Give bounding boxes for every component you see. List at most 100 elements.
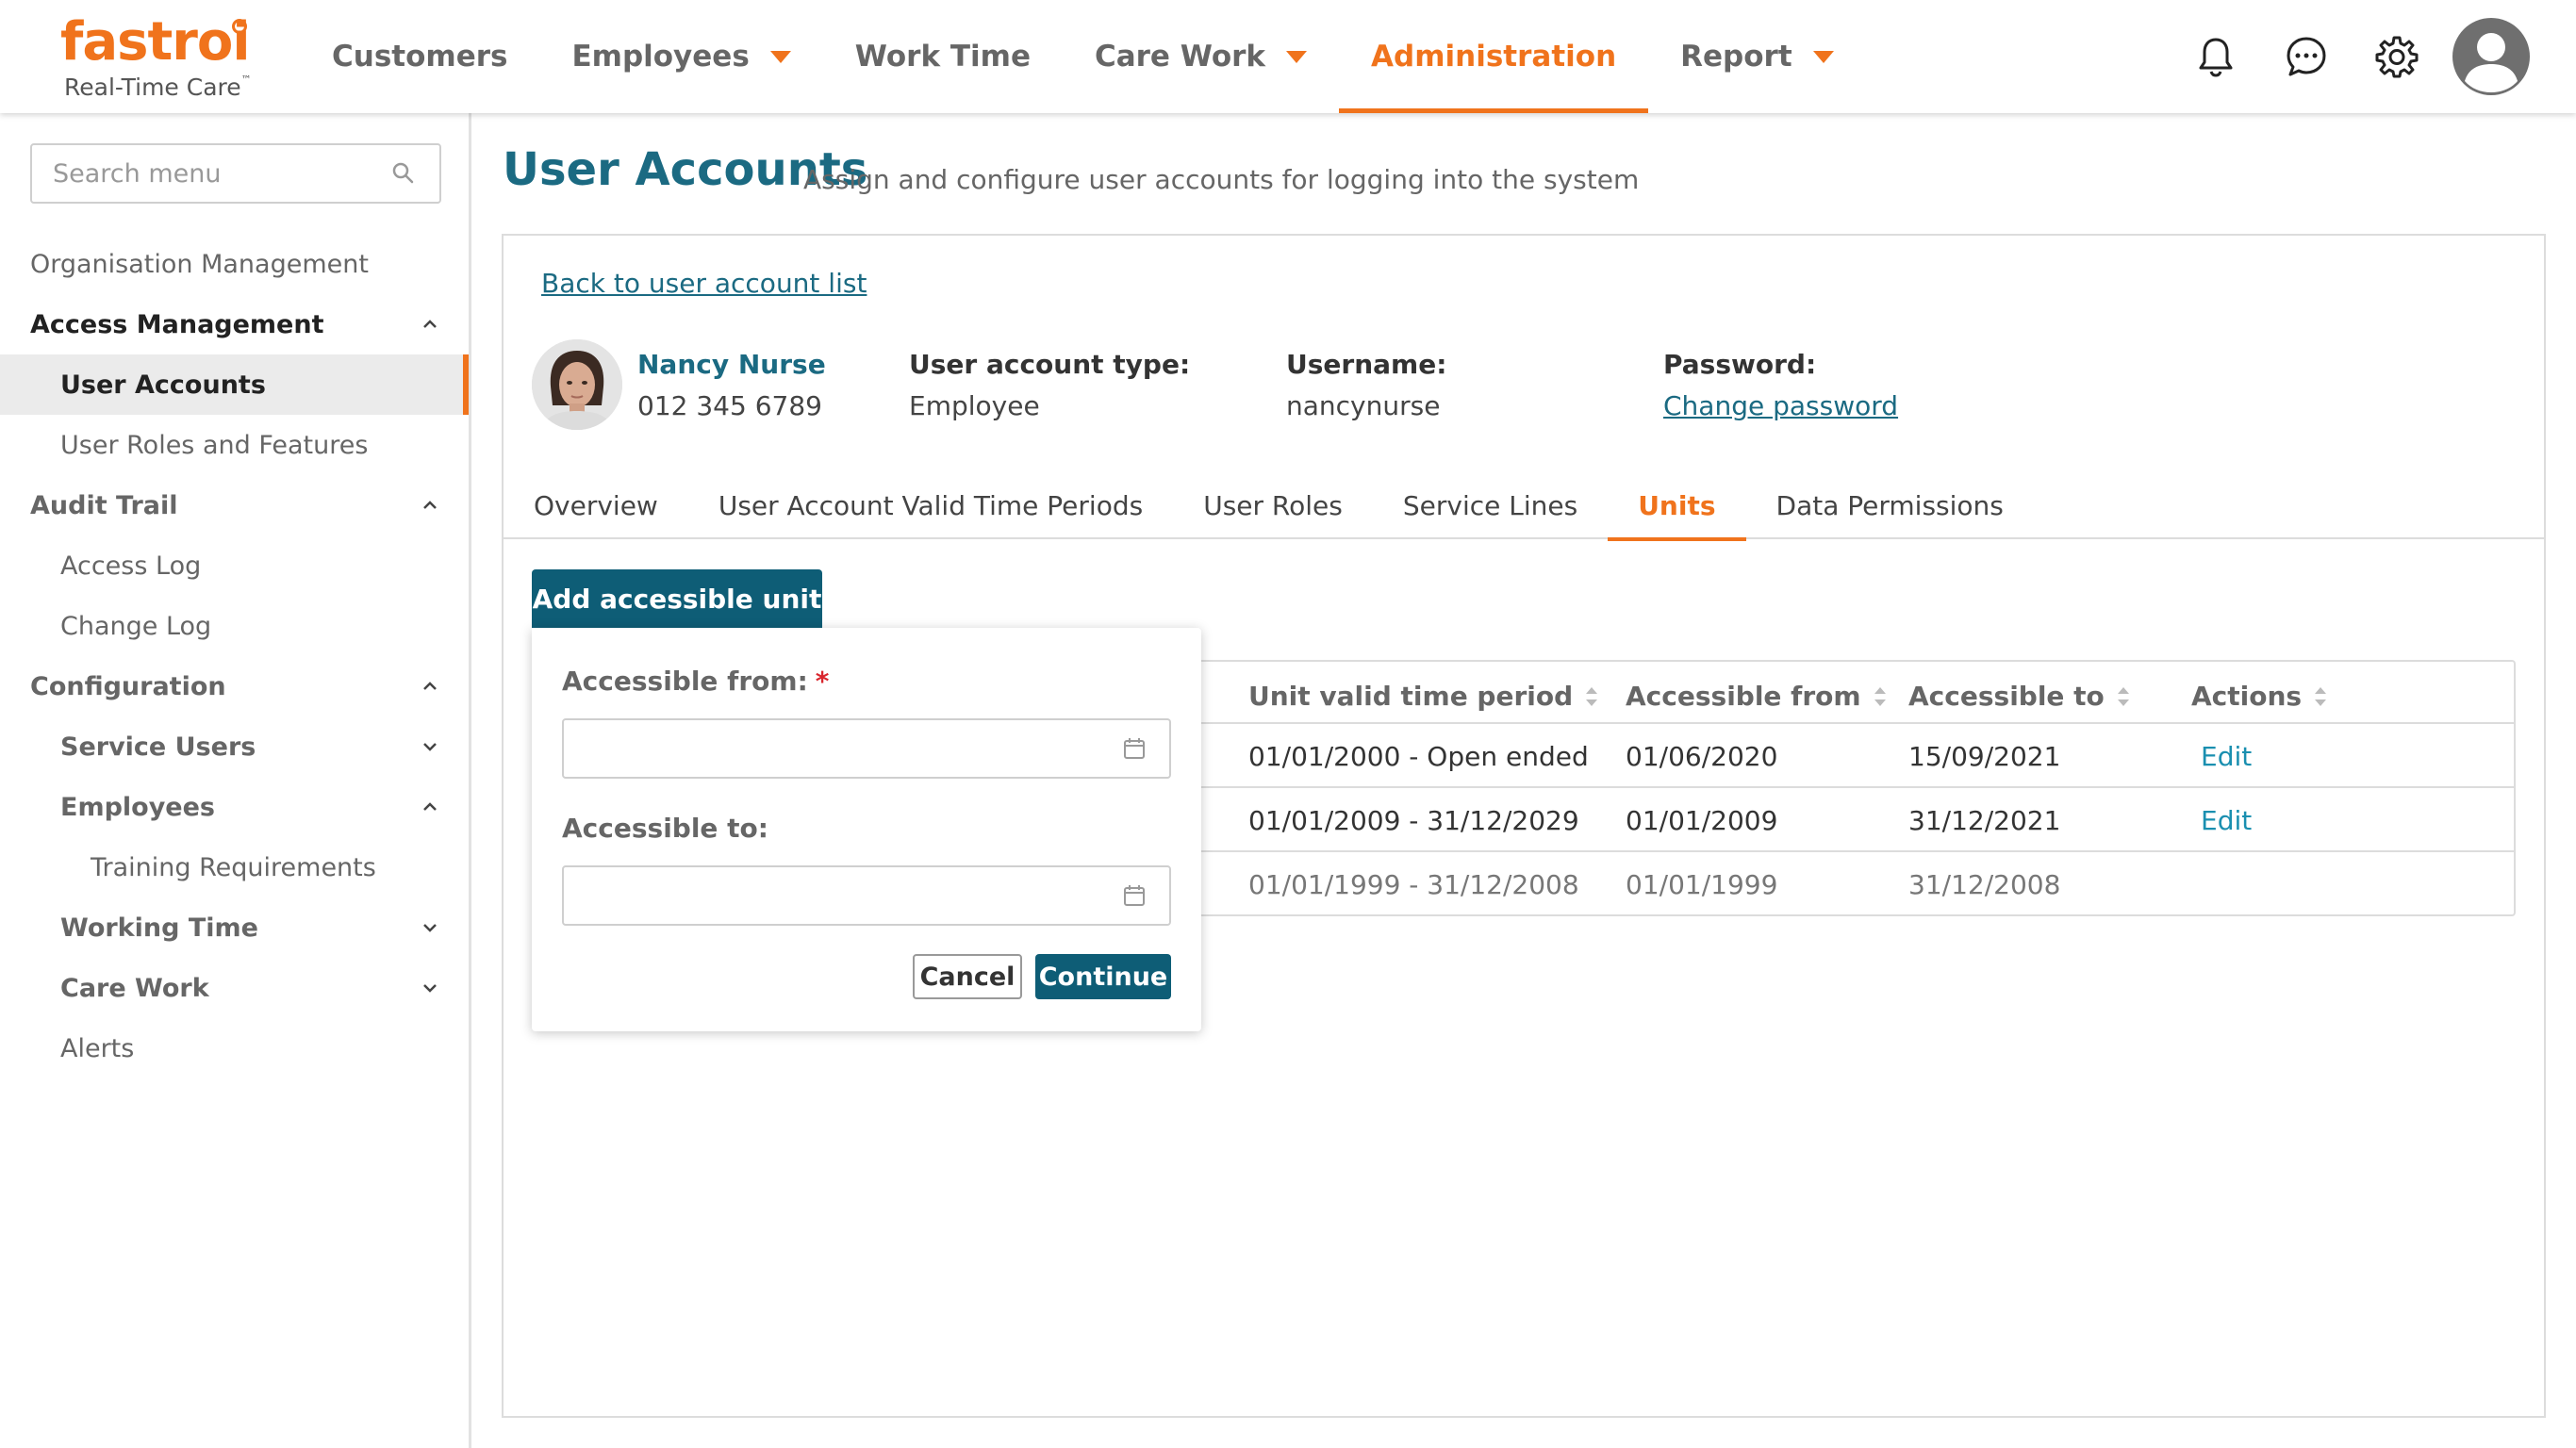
main-nav: Customers Employees Work Time Care Work … xyxy=(300,0,1866,113)
sort-icon xyxy=(1586,686,1598,706)
account-type-label: User account type: xyxy=(909,349,1191,380)
nav-administration[interactable]: Administration xyxy=(1339,0,1649,113)
settings-button[interactable] xyxy=(2352,11,2442,102)
chevron-up-icon xyxy=(423,802,437,811)
sidebar-item-access-management[interactable]: Access Management xyxy=(0,294,469,354)
table-row: 01/01/2000 - Open ended 01/06/2020 15/09… xyxy=(1199,722,2514,786)
sort-icon xyxy=(2315,686,2327,706)
calendar-icon[interactable] xyxy=(1122,736,1147,761)
page-subtitle: Assign and configure user accounts for l… xyxy=(803,164,1640,195)
add-accessible-unit-button[interactable]: Add accessible unit xyxy=(532,569,822,628)
chevron-down-icon xyxy=(423,743,437,751)
required-marker: * xyxy=(815,666,830,697)
tab-user-roles[interactable]: User Roles xyxy=(1173,471,1373,539)
accessible-from-date-input[interactable] xyxy=(562,718,1171,779)
fastroi-logo[interactable]: fastroi Real-Time Care™ xyxy=(60,11,252,106)
chevron-up-icon xyxy=(423,682,437,690)
edit-link[interactable]: Edit xyxy=(2201,741,2252,772)
column-header-accessible-from[interactable]: Accessible from xyxy=(1626,681,1888,712)
tab-units[interactable]: Units xyxy=(1608,471,1746,541)
sidebar-item-access-log[interactable]: Access Log xyxy=(0,535,469,596)
sidebar-item-change-log[interactable]: Change Log xyxy=(0,596,469,656)
accessible-to-date-input[interactable] xyxy=(562,865,1171,926)
units-table: Unit valid time period Accessible from A… xyxy=(1197,660,2516,916)
sidebar-item-configuration[interactable]: Configuration xyxy=(0,656,469,716)
cell-unit-period: 01/01/1999 - 31/12/2008 xyxy=(1248,869,1579,900)
notifications-button[interactable] xyxy=(2171,11,2261,102)
sidebar-item-care-work[interactable]: Care Work xyxy=(0,958,469,1018)
nav-care-work[interactable]: Care Work xyxy=(1063,0,1339,113)
header-actions xyxy=(2171,0,2531,113)
table-row: 01/01/2009 - 31/12/2029 01/01/2009 31/12… xyxy=(1199,786,2514,850)
sidebar-item-user-roles-and-features[interactable]: User Roles and Features xyxy=(0,415,469,475)
password-label: Password: xyxy=(1663,349,1817,380)
logo-dot-icon xyxy=(232,19,247,34)
sidebar-menu: Organisation Management Access Managemen… xyxy=(0,234,469,1078)
user-avatar-icon xyxy=(2452,18,2530,95)
sidebar-item-alerts[interactable]: Alerts xyxy=(0,1018,469,1078)
bell-icon xyxy=(2199,38,2233,77)
nav-work-time[interactable]: Work Time xyxy=(823,0,1063,113)
tab-overview[interactable]: Overview xyxy=(504,471,688,539)
messages-button[interactable] xyxy=(2261,11,2352,102)
cancel-button[interactable]: Cancel xyxy=(913,954,1022,999)
column-header-unit-valid-period[interactable]: Unit valid time period xyxy=(1248,681,1599,712)
tab-service-lines[interactable]: Service Lines xyxy=(1373,471,1608,539)
change-password-link[interactable]: Change password xyxy=(1663,390,1898,421)
cell-accessible-from: 01/01/2009 xyxy=(1626,805,1778,836)
search-icon[interactable] xyxy=(388,158,419,189)
user-portrait-icon xyxy=(532,339,622,430)
username-label: Username: xyxy=(1286,349,1447,380)
tab-valid-time-periods[interactable]: User Account Valid Time Periods xyxy=(688,471,1173,539)
sidebar-item-employees[interactable]: Employees xyxy=(0,777,469,837)
cell-accessible-from: 01/01/1999 xyxy=(1626,869,1778,900)
username-value: nancynurse xyxy=(1286,390,1441,421)
chevron-up-icon xyxy=(423,320,437,328)
top-navigation-bar: fastroi Real-Time Care™ Customers Employ… xyxy=(0,0,2576,113)
sort-icon xyxy=(1874,686,1886,706)
sidebar-item-user-accounts[interactable]: User Accounts xyxy=(0,354,469,415)
user-name[interactable]: Nancy Nurse xyxy=(637,349,826,380)
nav-customers[interactable]: Customers xyxy=(300,0,539,113)
edit-link[interactable]: Edit xyxy=(2201,805,2252,836)
chevron-down-icon xyxy=(423,924,437,932)
calendar-icon[interactable] xyxy=(1122,883,1147,908)
accessible-from-label: Accessible from: * xyxy=(562,666,830,697)
caret-down-icon xyxy=(769,50,791,63)
column-header-accessible-to[interactable]: Accessible to xyxy=(1908,681,2131,712)
accessible-to-label: Accessible to: xyxy=(562,813,768,844)
cell-unit-period: 01/01/2009 - 31/12/2029 xyxy=(1248,805,1579,836)
logo-wordmark: fastroi xyxy=(60,11,251,73)
user-account-tabs: Overview User Account Valid Time Periods… xyxy=(504,471,2544,541)
cell-accessible-to: 31/12/2021 xyxy=(1908,805,2061,836)
sidebar: Organisation Management Access Managemen… xyxy=(0,113,471,1448)
user-photo xyxy=(532,339,622,430)
continue-button[interactable]: Continue xyxy=(1035,954,1171,999)
cell-accessible-to: 31/12/2008 xyxy=(1908,869,2061,900)
caret-down-icon xyxy=(1812,50,1834,63)
sidebar-item-organisation-management[interactable]: Organisation Management xyxy=(0,234,469,294)
cell-accessible-to: 15/09/2021 xyxy=(1908,741,2061,772)
nav-report[interactable]: Report xyxy=(1648,0,1866,113)
chevron-down-icon xyxy=(423,984,437,993)
column-header-actions[interactable]: Actions xyxy=(2191,681,2328,712)
account-type-value: Employee xyxy=(909,390,1040,421)
cell-unit-period: 01/01/2000 - Open ended xyxy=(1248,741,1589,772)
table-row: 01/01/1999 - 31/12/2008 01/01/1999 31/12… xyxy=(1199,850,2514,914)
sidebar-item-service-users[interactable]: Service Users xyxy=(0,716,469,777)
sidebar-item-training-requirements[interactable]: Training Requirements xyxy=(0,837,469,897)
user-phone: 012 345 6789 xyxy=(637,390,822,421)
chevron-up-icon xyxy=(423,501,437,509)
gear-icon xyxy=(2375,36,2419,78)
tab-data-permissions[interactable]: Data Permissions xyxy=(1746,471,2034,539)
sidebar-item-working-time[interactable]: Working Time xyxy=(0,897,469,958)
search-menu-input[interactable] xyxy=(30,143,441,204)
back-to-list-link[interactable]: Back to user account list xyxy=(541,268,867,299)
logo-tagline: Real-Time Care™ xyxy=(64,74,252,101)
nav-employees[interactable]: Employees xyxy=(539,0,822,113)
chat-icon xyxy=(2287,37,2326,76)
profile-button[interactable] xyxy=(2452,17,2531,96)
add-unit-popover: Accessible from: * Accessible to: Cancel … xyxy=(532,628,1201,1031)
caret-down-icon xyxy=(1286,50,1308,63)
sidebar-item-audit-trail[interactable]: Audit Trail xyxy=(0,475,469,535)
